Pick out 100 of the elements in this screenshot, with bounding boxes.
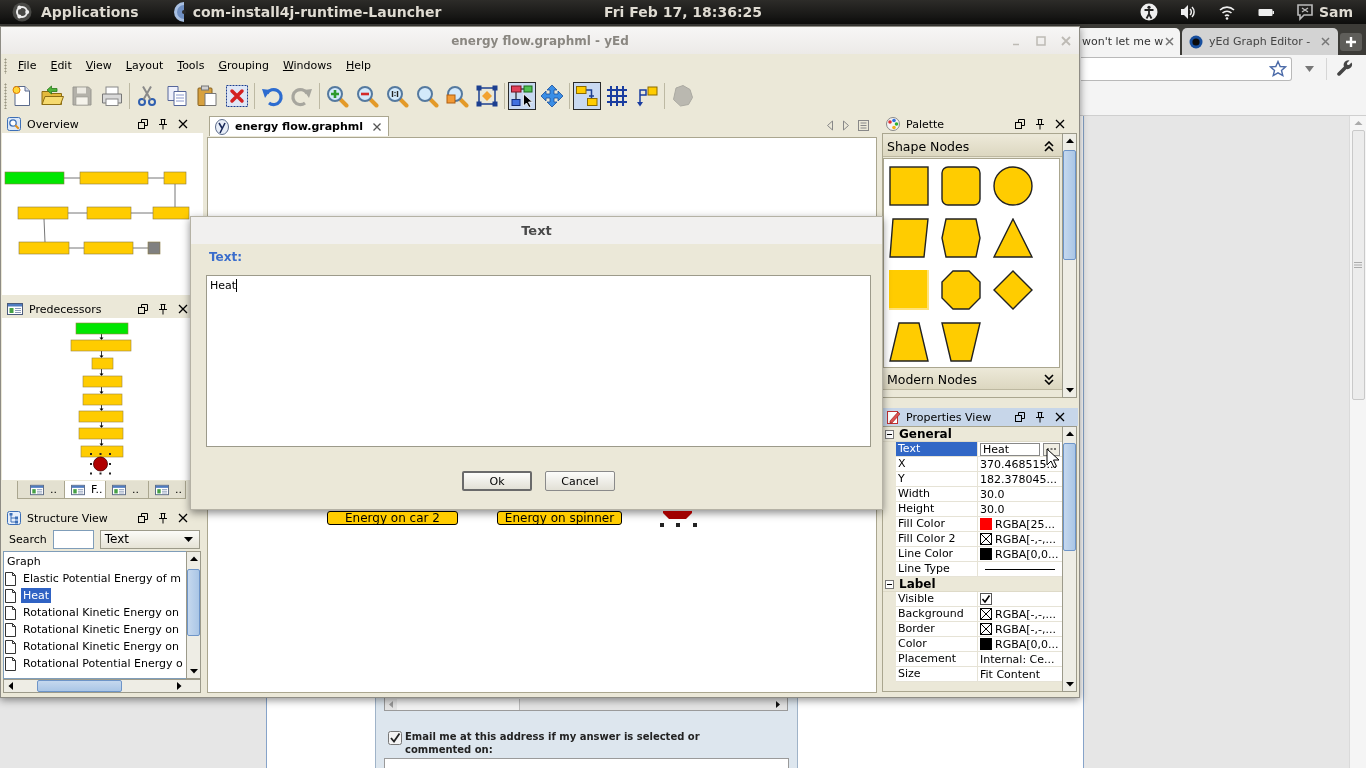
pin-icon[interactable] bbox=[157, 512, 169, 524]
tree-item[interactable]: Rotational Kinetic Energy on bbox=[21, 605, 181, 620]
panel-tab[interactable]: .. bbox=[148, 481, 186, 499]
document-tab[interactable]: energy flow.graphml bbox=[209, 116, 390, 136]
close-icon[interactable] bbox=[372, 121, 383, 132]
selection-handle[interactable] bbox=[693, 523, 697, 527]
collapse-icon[interactable] bbox=[885, 429, 894, 439]
tree-item[interactable]: Rotational Kinetic Energy on bbox=[21, 622, 181, 637]
menu-item[interactable]: Edit bbox=[43, 56, 79, 75]
wrench-icon[interactable] bbox=[1336, 60, 1354, 78]
tree-item[interactable]: Graph bbox=[5, 554, 43, 569]
property-name[interactable]: Width bbox=[896, 487, 978, 502]
tree-item[interactable]: Heat bbox=[21, 588, 52, 603]
tree-item[interactable]: Rotational Potential Energy o bbox=[21, 656, 185, 671]
panel-tab[interactable]: .. bbox=[105, 481, 149, 499]
property-name[interactable]: Background bbox=[896, 607, 978, 622]
property-name[interactable]: Line Type bbox=[896, 562, 978, 577]
line-style-icon[interactable] bbox=[985, 567, 1055, 571]
text-area[interactable]: Heat bbox=[206, 275, 871, 447]
property-name[interactable]: Text bbox=[896, 442, 978, 457]
scrollbar-thumb[interactable] bbox=[397, 698, 520, 710]
scrollbar-thumb[interactable] bbox=[1063, 443, 1076, 551]
scrollbar-thumb[interactable] bbox=[37, 680, 122, 692]
collapse-icon[interactable] bbox=[885, 579, 894, 589]
diamond-shape-icon[interactable] bbox=[993, 270, 1033, 310]
scrollbar-thumb[interactable] bbox=[1063, 150, 1076, 260]
property-name[interactable]: Y bbox=[896, 472, 978, 487]
pin-icon[interactable] bbox=[1034, 118, 1046, 130]
property-name[interactable]: Size bbox=[896, 667, 978, 682]
pin-icon[interactable] bbox=[1034, 411, 1046, 423]
section-header[interactable]: Shape Nodes bbox=[883, 137, 1062, 157]
square-shape-icon[interactable] bbox=[889, 166, 929, 206]
user-name[interactable]: Sam bbox=[1318, 4, 1353, 20]
horizontal-scrollbar[interactable] bbox=[3, 679, 201, 693]
property-name[interactable]: Border bbox=[896, 622, 978, 637]
logo-icon[interactable] bbox=[12, 2, 32, 22]
property-name[interactable]: Placement bbox=[896, 652, 978, 667]
restore-icon[interactable] bbox=[137, 303, 149, 315]
accessibility-icon[interactable] bbox=[1139, 3, 1158, 21]
close-icon[interactable] bbox=[177, 512, 189, 524]
menu-item[interactable]: File bbox=[11, 56, 44, 75]
grip-handle[interactable] bbox=[4, 82, 7, 109]
octagon-shape-icon[interactable] bbox=[941, 270, 981, 310]
dialog-button[interactable]: Cancel bbox=[545, 471, 615, 491]
section-header[interactable]: Modern Nodes bbox=[883, 370, 1062, 390]
volume-icon[interactable] bbox=[1178, 3, 1197, 21]
checkbox[interactable] bbox=[980, 593, 992, 605]
checkbox-label[interactable]: Email me at this address if my answer is selected or commented on: bbox=[405, 730, 765, 756]
close-icon[interactable] bbox=[1054, 118, 1066, 130]
tree-item[interactable]: Elastic Potential Energy of m bbox=[21, 571, 183, 586]
menu-item[interactable]: Tools bbox=[170, 56, 212, 75]
grip-handle[interactable] bbox=[4, 57, 7, 74]
vertical-scrollbar[interactable] bbox=[186, 551, 201, 679]
list-icon[interactable] bbox=[858, 120, 869, 131]
caret-icon[interactable] bbox=[1305, 66, 1314, 72]
restore-icon[interactable] bbox=[137, 118, 149, 130]
new-tab-button[interactable] bbox=[1340, 33, 1362, 51]
menu-item[interactable]: View bbox=[78, 56, 119, 75]
selection-handle[interactable] bbox=[660, 523, 664, 527]
filter-dropdown[interactable]: Text bbox=[99, 529, 200, 549]
menu-item[interactable]: Layout bbox=[118, 56, 171, 75]
wifi-icon[interactable] bbox=[1217, 3, 1236, 21]
menu-item[interactable]: Windows bbox=[275, 56, 339, 75]
speech-bubble-icon[interactable] bbox=[1295, 3, 1314, 21]
property-name[interactable]: Fill Color 2 bbox=[896, 532, 978, 547]
checkbox[interactable] bbox=[388, 731, 402, 745]
close-icon[interactable] bbox=[1054, 411, 1066, 423]
hexagon-shape-icon[interactable] bbox=[941, 218, 981, 258]
property-name[interactable]: Visible bbox=[896, 592, 978, 607]
browser-tab[interactable]: yEd Graph Editor - bbox=[1182, 28, 1338, 55]
scrollbar-thumb[interactable] bbox=[187, 569, 200, 636]
circle-shape-icon[interactable] bbox=[993, 166, 1033, 206]
toolbar-button[interactable] bbox=[508, 81, 536, 110]
parallelogram-shape-icon[interactable] bbox=[889, 218, 929, 258]
star-icon[interactable] bbox=[1269, 60, 1287, 78]
dialog-button[interactable]: Ok bbox=[462, 471, 532, 491]
email-field[interactable] bbox=[384, 758, 789, 768]
restore-icon[interactable] bbox=[1014, 118, 1026, 130]
tree-item[interactable]: Rotational Kinetic Energy on bbox=[21, 639, 181, 654]
close-icon[interactable] bbox=[177, 118, 189, 130]
horizontal-scrollbar[interactable] bbox=[384, 698, 788, 711]
triangle-shape-icon[interactable] bbox=[993, 218, 1033, 258]
vertical-scrollbar[interactable] bbox=[1062, 133, 1077, 398]
restore-icon[interactable] bbox=[1014, 411, 1026, 423]
trapezoid-shape-icon[interactable] bbox=[889, 322, 929, 362]
toolbar-button[interactable] bbox=[573, 81, 601, 110]
inverted-trapezoid-shape-icon[interactable] bbox=[941, 322, 981, 362]
property-name[interactable]: Color bbox=[896, 637, 978, 652]
text-field[interactable]: Heat bbox=[980, 442, 1040, 456]
close-icon[interactable] bbox=[177, 303, 189, 315]
vertical-scrollbar[interactable] bbox=[1062, 426, 1077, 692]
restore-icon[interactable] bbox=[137, 512, 149, 524]
property-name[interactable]: Line Color bbox=[896, 547, 978, 562]
scrollbar-thumb[interactable] bbox=[1351, 130, 1365, 400]
menu-item[interactable]: Help bbox=[339, 56, 379, 75]
search-field[interactable] bbox=[52, 529, 94, 549]
property-name[interactable]: X bbox=[896, 457, 978, 472]
pin-icon[interactable] bbox=[157, 303, 169, 315]
panel-tab[interactable]: F.. bbox=[64, 481, 106, 499]
property-name[interactable]: Height bbox=[896, 502, 978, 517]
